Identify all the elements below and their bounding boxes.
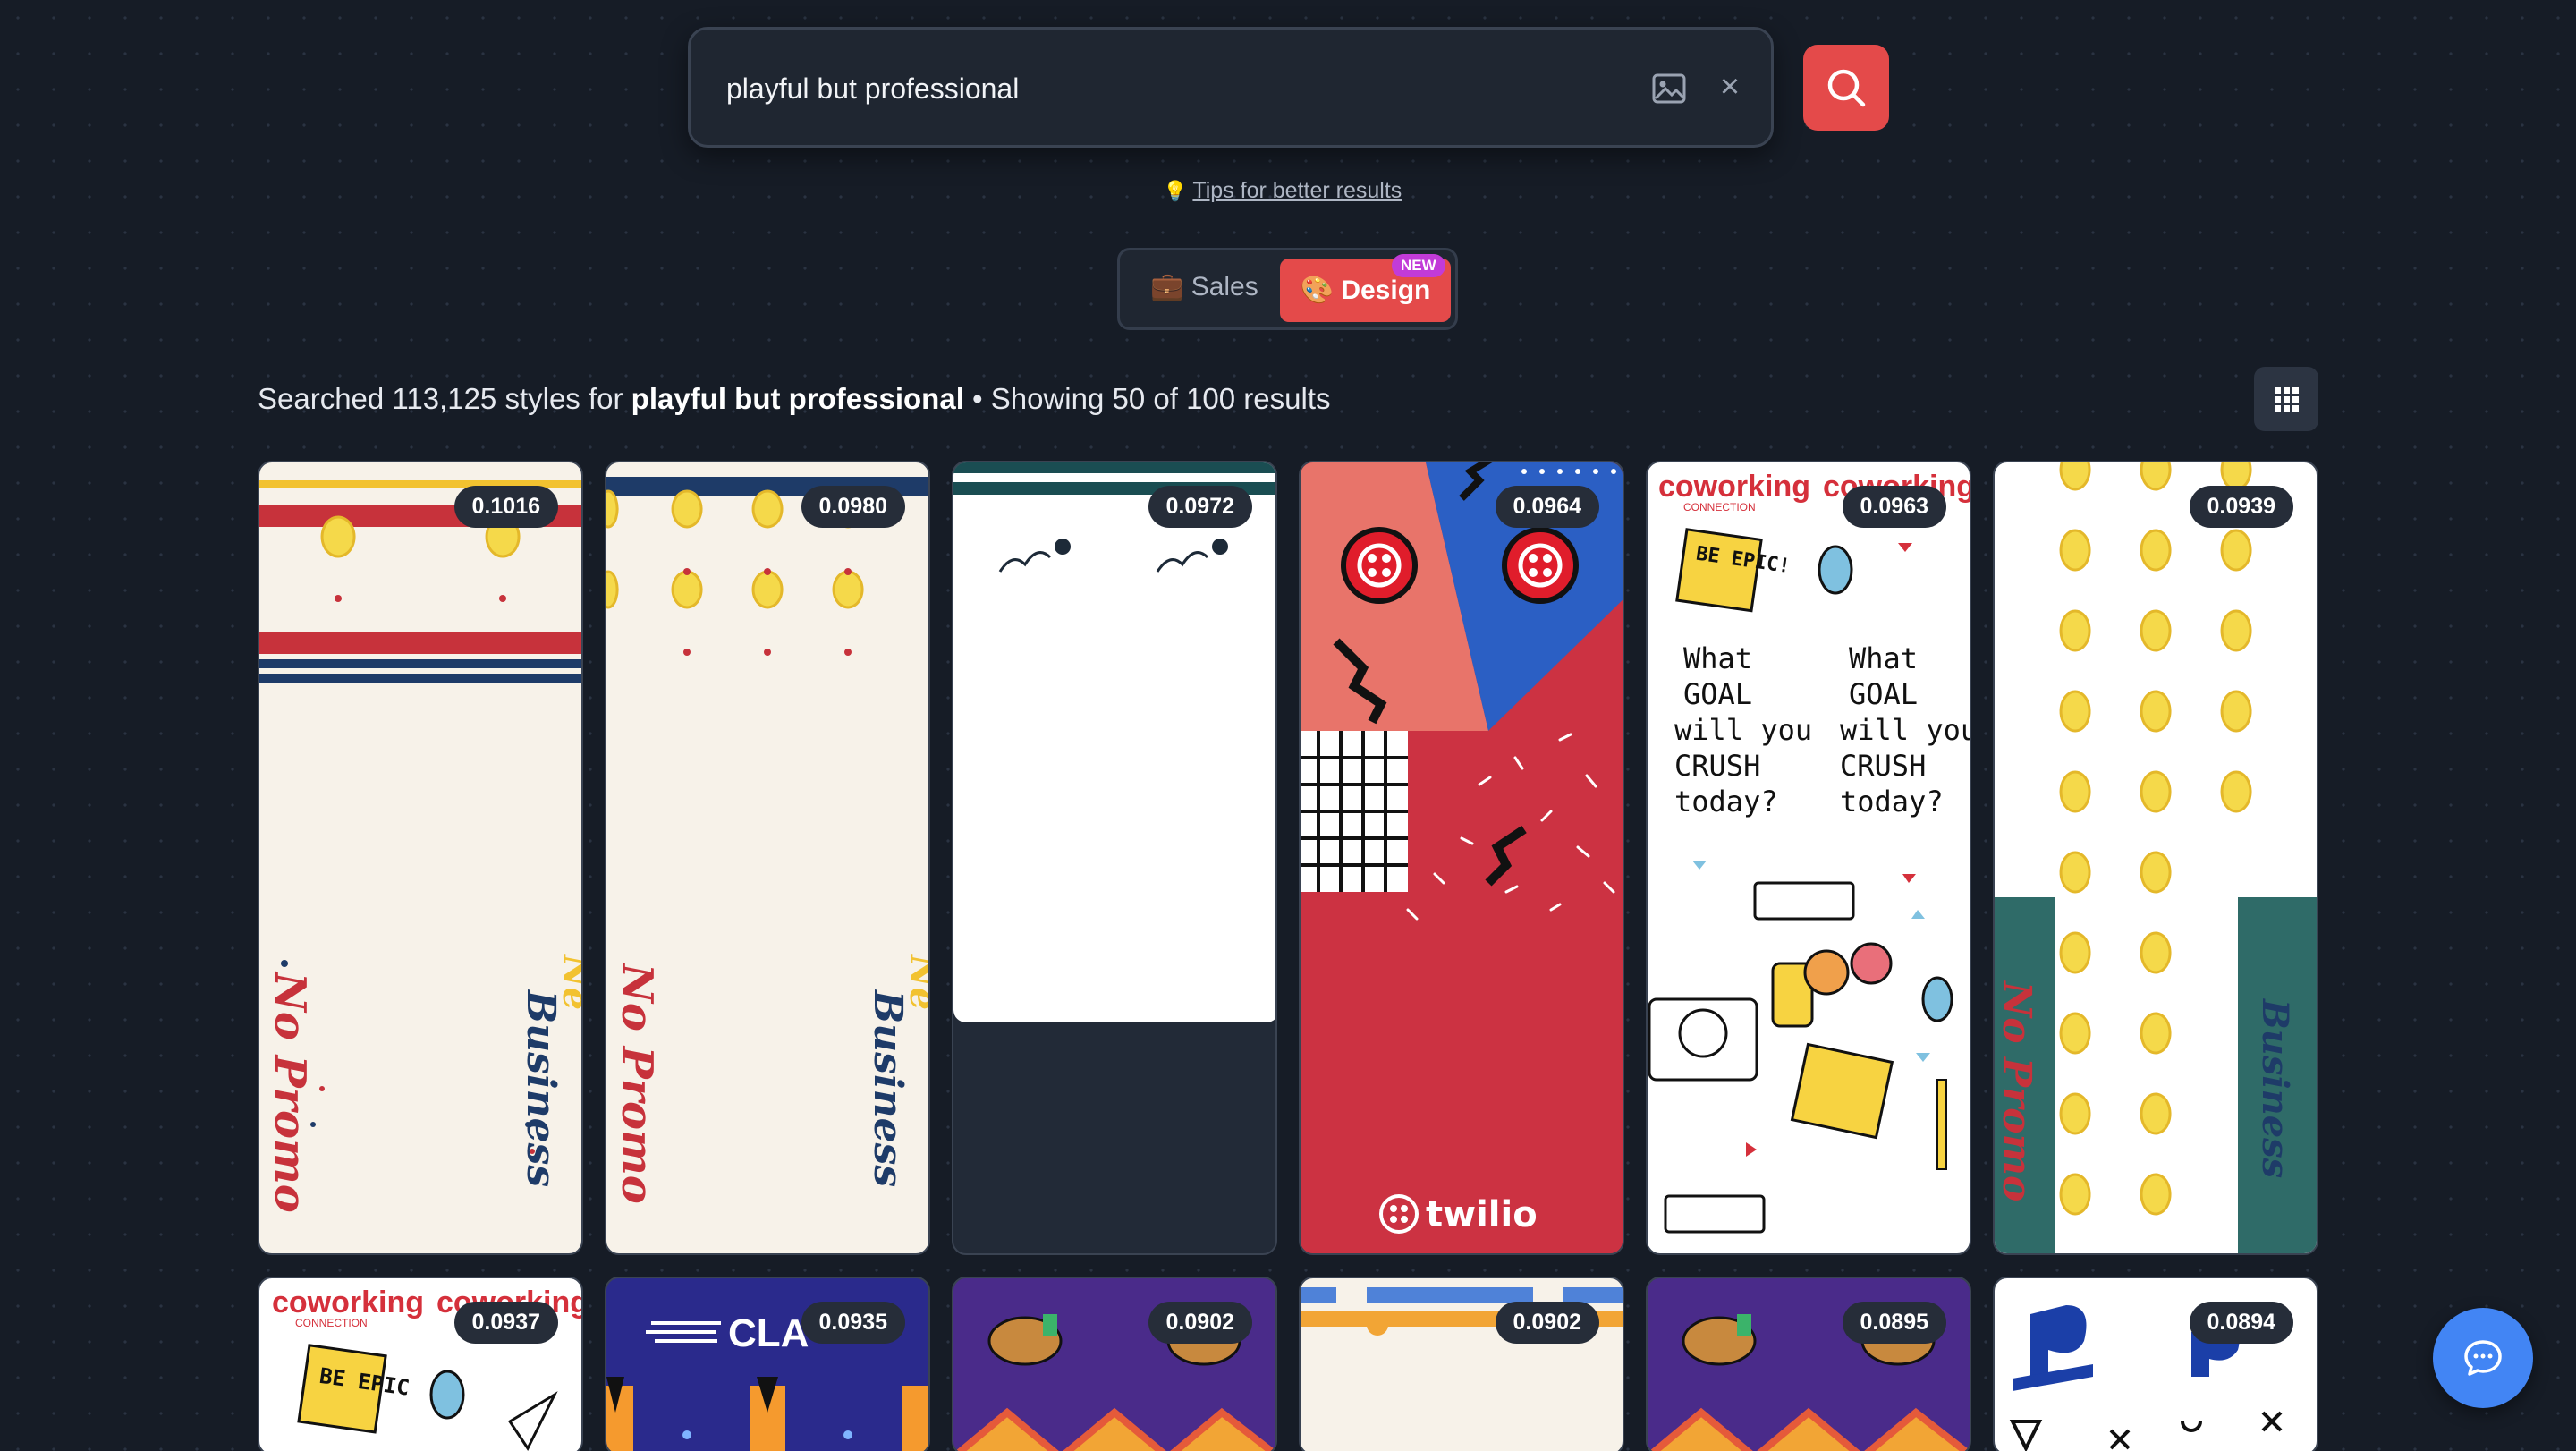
result-card[interactable]: No Promo Business Ne 0.0980 xyxy=(605,461,930,1255)
card-artwork: No Promo Business xyxy=(1995,462,2317,1253)
summary-query: playful but professional xyxy=(631,382,964,415)
svg-text:CRUSH: CRUSH xyxy=(1674,749,1760,783)
grid-icon xyxy=(2275,387,2299,412)
svg-text:Ne: Ne xyxy=(902,953,930,1010)
card-artwork xyxy=(953,462,1275,1022)
similarity-score: 0.0963 xyxy=(1842,486,1946,528)
similarity-score: 0.0939 xyxy=(2189,486,2293,528)
chat-bubble-icon xyxy=(2464,1340,2502,1376)
result-card[interactable]: coworking CONNECTION coworking BE EPIC! … xyxy=(1646,461,1971,1255)
svg-text:Business: Business xyxy=(518,989,564,1187)
similarity-score: 0.0894 xyxy=(2189,1302,2293,1344)
similarity-score: 0.0972 xyxy=(1148,486,1252,528)
svg-text:Ne: Ne xyxy=(555,953,583,1010)
result-card[interactable]: 0.0902 xyxy=(952,1277,1277,1451)
similarity-score: 0.1016 xyxy=(453,486,558,528)
lightbulb-icon: 💡 xyxy=(1163,180,1188,202)
result-card[interactable]: 0.0972 xyxy=(952,461,1277,1255)
svg-text:No Promo: No Promo xyxy=(612,962,662,1204)
result-card[interactable]: coworking CONNECTION coworking BE EPIC 0… xyxy=(258,1277,583,1451)
twilio-logo: twilio xyxy=(1426,1194,1538,1235)
svg-text:What: What xyxy=(1683,641,1752,675)
result-card[interactable]: 0.0894 xyxy=(1993,1277,2318,1451)
svg-text:No Promo: No Promo xyxy=(1995,980,2039,1201)
result-card[interactable]: 0.0895 xyxy=(1646,1277,1971,1451)
card-artwork: No Promo Business Ne xyxy=(606,477,930,1204)
similarity-score: 0.0980 xyxy=(801,486,905,528)
search-button[interactable] xyxy=(1803,45,1889,131)
svg-text:CRUSH: CRUSH xyxy=(1840,749,1926,783)
svg-text:Business: Business xyxy=(2254,998,2296,1178)
svg-text:What: What xyxy=(1849,641,1918,675)
tips-link-row: 💡 Tips for better results xyxy=(1163,178,1402,204)
similarity-score: 0.0935 xyxy=(801,1302,905,1344)
search-icon xyxy=(1827,69,1866,107)
search-input[interactable] xyxy=(726,64,1585,114)
result-card[interactable]: CLA 0.0935 xyxy=(605,1277,930,1451)
summary-prefix: Searched 113,125 styles for xyxy=(258,382,623,415)
similarity-score: 0.0937 xyxy=(453,1302,558,1344)
svg-text:will you: will you xyxy=(1840,713,1971,747)
svg-text:No Promo: No Promo xyxy=(265,971,315,1213)
svg-text:will you: will you xyxy=(1674,713,1812,747)
similarity-score: 0.0895 xyxy=(1842,1302,1946,1344)
image-icon[interactable] xyxy=(1649,69,1689,108)
tab-sales[interactable]: 💼 Sales xyxy=(1150,271,1258,302)
svg-text:GOAL: GOAL xyxy=(1683,677,1752,711)
cla-logo: CLA xyxy=(728,1311,809,1355)
result-card[interactable]: 0.0902 xyxy=(1299,1277,1624,1451)
card-artwork: No Promo Business Ne xyxy=(259,480,583,1213)
similarity-score: 0.0964 xyxy=(1495,486,1599,528)
svg-text:coworking: coworking xyxy=(272,1286,424,1319)
tips-link[interactable]: Tips for better results xyxy=(1192,178,1402,203)
search-box[interactable]: × xyxy=(688,27,1774,148)
svg-text:today?: today? xyxy=(1840,785,1944,819)
clear-icon[interactable]: × xyxy=(1712,65,1748,108)
result-card[interactable]: No Promo Business Ne 0.1016 xyxy=(258,461,583,1255)
svg-text:GOAL: GOAL xyxy=(1849,677,1918,711)
svg-text:Business: Business xyxy=(865,989,911,1187)
new-badge: NEW xyxy=(1392,254,1445,277)
card-artwork: twilio xyxy=(1301,462,1623,1253)
svg-text:CONNECTION: CONNECTION xyxy=(1683,501,1756,513)
results-summary: Searched 113,125 styles for playful but … xyxy=(258,382,1331,416)
similarity-score: 0.0902 xyxy=(1495,1302,1599,1344)
result-card[interactable]: No Promo Business 0.0939 xyxy=(1993,461,2318,1255)
svg-text:coworking: coworking xyxy=(1658,470,1810,504)
grid-view-button[interactable] xyxy=(2254,367,2318,431)
summary-suffix: • Showing 50 of 100 results xyxy=(972,382,1331,415)
result-card[interactable]: twilio 0.0964 xyxy=(1299,461,1624,1255)
similarity-score: 0.0902 xyxy=(1148,1302,1252,1344)
svg-text:today?: today? xyxy=(1674,785,1778,819)
card-artwork: coworking CONNECTION coworking BE EPIC! … xyxy=(1648,470,1971,1234)
chat-button[interactable] xyxy=(2433,1308,2533,1408)
svg-text:CONNECTION: CONNECTION xyxy=(295,1317,368,1329)
